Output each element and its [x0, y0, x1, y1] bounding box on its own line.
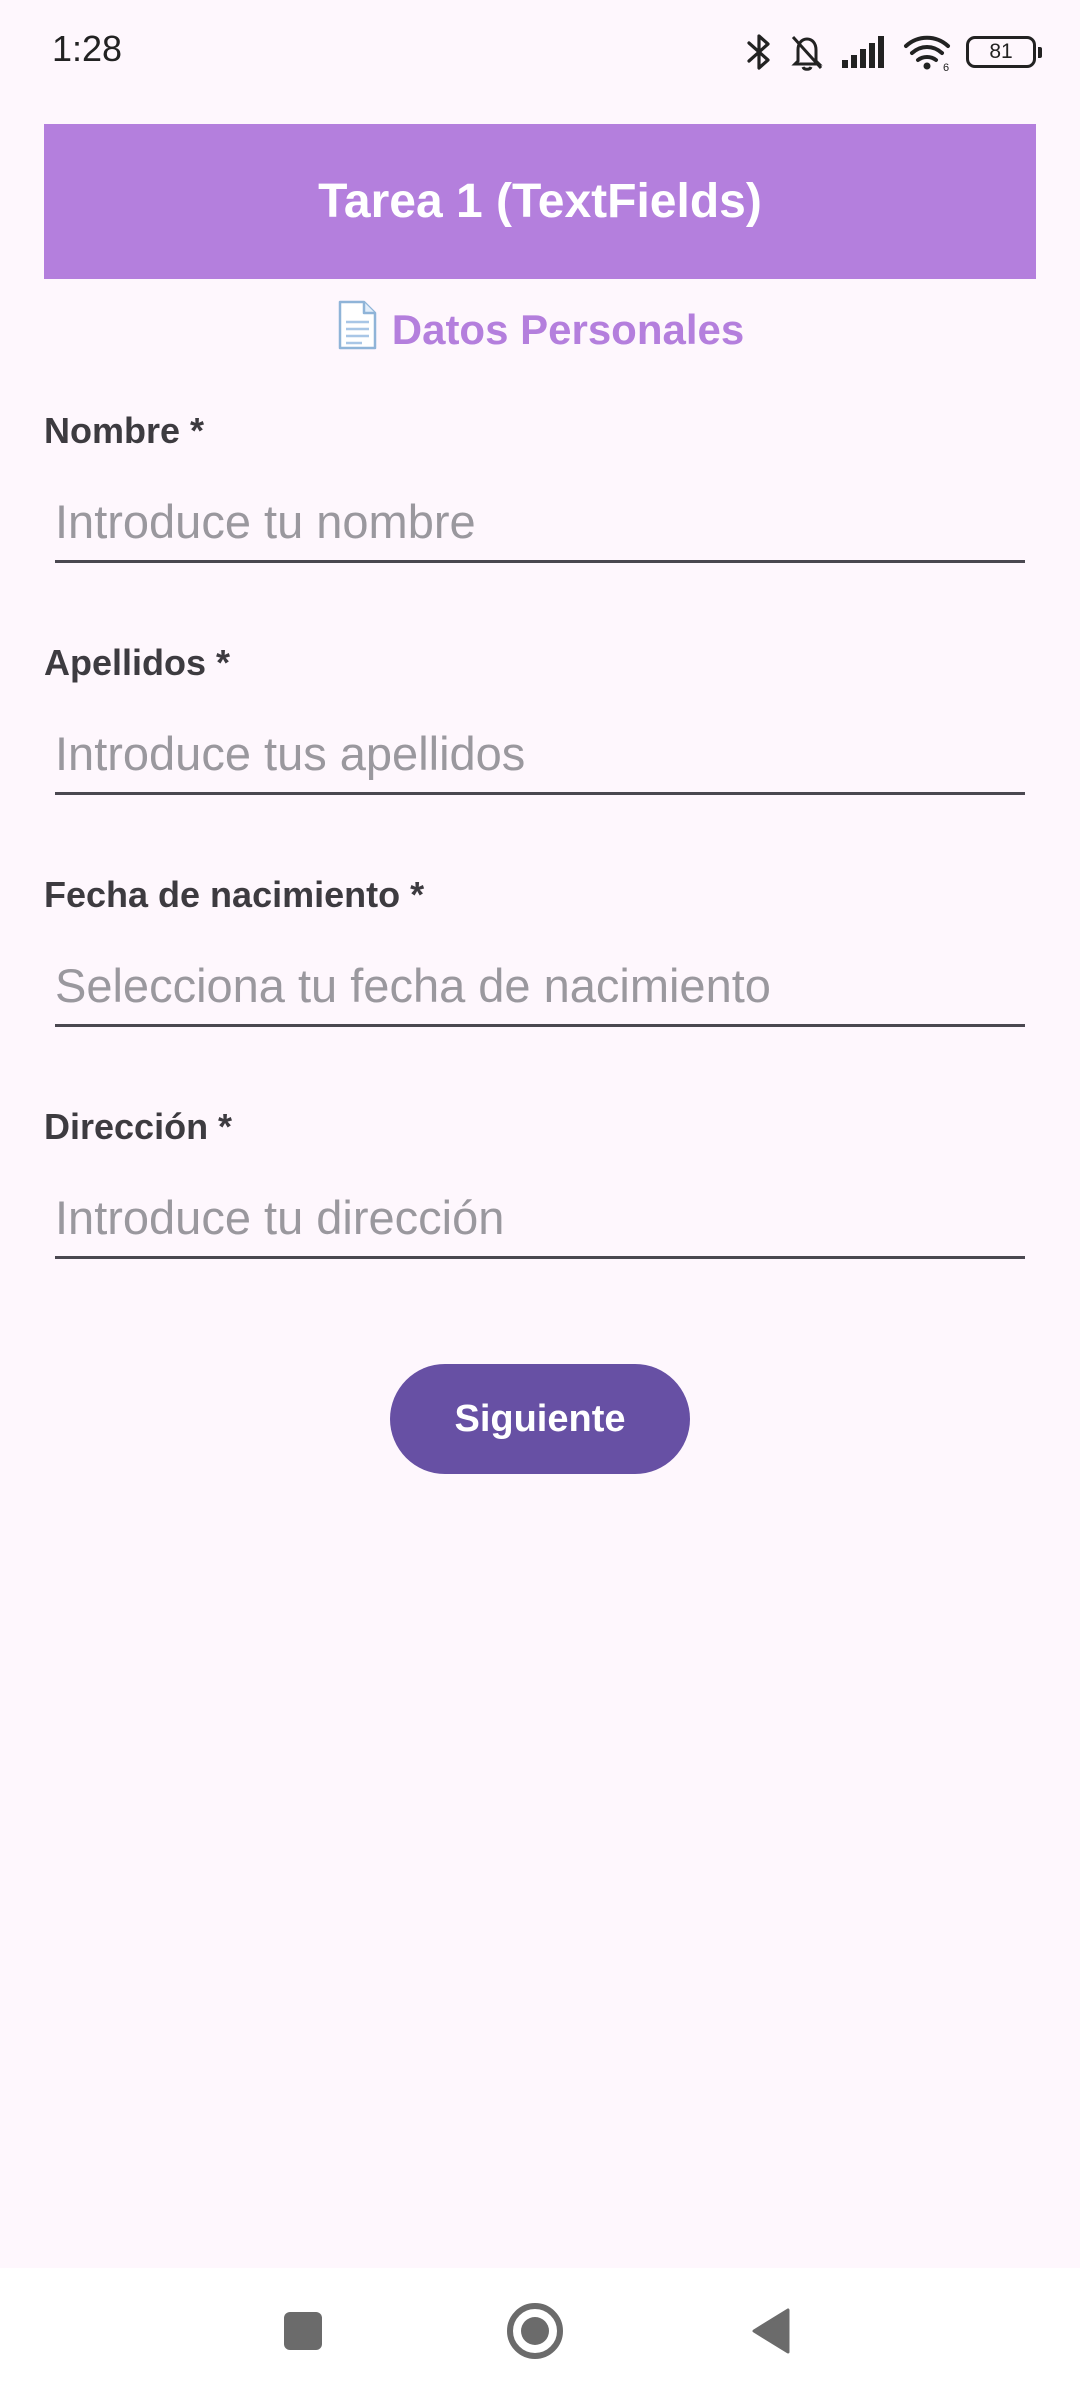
field-label-nombre: Nombre *	[44, 410, 205, 451]
status-bar: 1:28 6 81	[0, 0, 1080, 110]
apellidos-input[interactable]: Introduce tus apellidos	[55, 715, 1025, 795]
recents-button[interactable]	[268, 2298, 338, 2368]
signal-icon	[840, 34, 888, 70]
direccion-input[interactable]: Introduce tu dirección	[55, 1179, 1025, 1259]
next-button[interactable]: Siguiente	[390, 1364, 690, 1474]
section-title: Datos Personales	[391, 306, 745, 353]
back-button[interactable]	[735, 2298, 805, 2368]
wifi-icon: 6	[902, 32, 952, 72]
field-direccion: Dirección * Introduce tu dirección	[44, 1106, 1036, 1259]
section-header: Datos Personales	[0, 300, 1080, 360]
field-label-fecha-nacimiento: Fecha de nacimiento *	[44, 874, 425, 915]
battery-icon: 81	[966, 36, 1042, 68]
battery-level: 81	[989, 40, 1013, 63]
field-apellidos: Apellidos * Introduce tus apellidos	[44, 642, 1036, 795]
status-time: 1:28	[52, 28, 123, 69]
field-nombre: Nombre * Introduce tu nombre	[44, 410, 1036, 563]
app-bar: Tarea 1 (TextFields)	[44, 124, 1036, 279]
home-circle-icon	[505, 2301, 565, 2366]
document-icon	[336, 300, 378, 360]
apellidos-placeholder: Introduce tus apellidos	[55, 727, 526, 780]
direccion-placeholder: Introduce tu dirección	[55, 1191, 505, 1244]
bell-muted-icon	[788, 32, 826, 72]
fecha-nacimiento-placeholder: Selecciona tu fecha de nacimiento	[55, 959, 771, 1012]
back-triangle-icon	[748, 2306, 792, 2361]
field-fecha-nacimiento: Fecha de nacimiento * Selecciona tu fech…	[44, 874, 1036, 1027]
system-nav-bar	[0, 2268, 1080, 2400]
fecha-nacimiento-input[interactable]: Selecciona tu fecha de nacimiento	[55, 947, 1025, 1027]
home-button[interactable]	[500, 2298, 570, 2368]
bluetooth-icon	[744, 32, 774, 72]
nombre-input[interactable]: Introduce tu nombre	[55, 483, 1025, 563]
svg-text:6: 6	[943, 62, 949, 72]
status-icons: 6 81	[744, 30, 1042, 74]
field-label-apellidos: Apellidos *	[44, 642, 231, 683]
app-bar-title: Tarea 1 (TextFields)	[318, 175, 762, 228]
field-label-direccion: Dirección *	[44, 1106, 233, 1147]
nombre-placeholder: Introduce tu nombre	[55, 495, 476, 548]
recents-square-icon	[281, 2309, 325, 2358]
